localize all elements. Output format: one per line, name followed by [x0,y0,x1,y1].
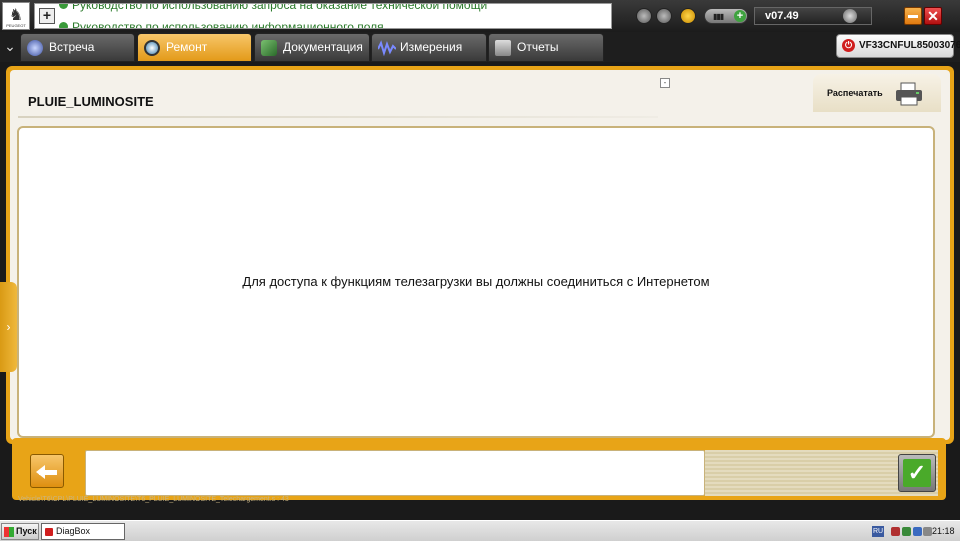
power-icon: ⏻ [842,39,855,52]
waveform-icon [378,40,396,56]
clock: 21:18 [932,526,955,536]
print-label: Распечатать [827,88,883,98]
tab-repair[interactable]: Ремонт [137,33,252,62]
magnifier-icon [144,40,160,56]
tab-bar: ⌄ Встреча Ремонт Документация Измерения … [0,32,960,62]
taskbar: Пуск DiagBox RU 21:18 [0,520,960,541]
status-field [85,450,705,496]
green-circle-icon [59,22,68,28]
system-tray: RU 21:18 [868,523,960,540]
signal-bars-icon: ▮▮▮ [713,12,724,21]
script-path: Vehicle\T6\CPL\PLUIE_LUMINOSITE\T6_PLUIE… [18,496,289,503]
start-button[interactable]: Пуск [1,523,39,540]
checkmark-icon: ✓ [903,459,931,487]
plus-icon: + [734,10,746,22]
bluetooth-icon[interactable] [913,527,922,536]
taskbar-app-diagbox[interactable]: DiagBox [41,523,125,540]
document-icon [261,40,277,56]
content-panel: PLUIE_LUMINOSITE - Распечатать Для досту… [10,70,950,440]
lion-icon: ♞ [8,7,24,24]
content-frame: PLUIE_LUMINOSITE - Распечатать Для досту… [6,66,954,444]
news-panel[interactable]: + Руководство по использованию запроса н… [34,3,612,29]
network-icon[interactable] [891,527,900,536]
tab-label: Документация [283,40,363,54]
logo-brand-text: PEUGEOT [6,23,26,28]
print-button[interactable]: Распечатать [813,74,941,112]
chevron-down-icon[interactable]: ⌄ [2,38,18,56]
back-button[interactable] [30,454,64,488]
tab-reports[interactable]: Отчеты [488,33,604,62]
task-label: DiagBox [56,526,91,536]
nav-back-button[interactable] [636,8,652,24]
start-label: Пуск [16,526,37,536]
news-item-label: Руководство по использованию информацион… [72,20,384,29]
version-display[interactable]: v07.49 [754,7,872,25]
vin-text: VF33CNFUL85003076 [859,40,960,51]
home-button[interactable] [656,8,672,24]
news-item[interactable]: Руководство по использованию информацион… [59,20,384,29]
tab-meeting[interactable]: Встреча [20,33,135,62]
collapse-icon[interactable]: - [660,78,670,88]
confirm-button[interactable]: ✓ [898,454,936,492]
report-icon [495,40,511,56]
chevron-right-icon[interactable]: › [0,282,17,372]
tab-label: Отчеты [517,40,559,54]
update-knob-icon [843,9,857,23]
diagbox-icon [45,528,53,536]
tab-label: Измерения [400,40,463,54]
minimize-button[interactable] [904,7,922,25]
language-indicator[interactable]: RU [872,526,884,537]
main-area: PLUIE_LUMINOSITE - Распечатать Для досту… [0,62,960,517]
brightness-button[interactable] [680,8,696,24]
news-item[interactable]: Руководство по использованию запроса на … [59,3,488,12]
message-box: Для доступа к функциям телезагрузки вы д… [17,126,935,438]
battery-status[interactable]: ▮▮▮ + [704,8,748,24]
page-title: PLUIE_LUMINOSITE [28,94,154,109]
top-bar: ♞ PEUGEOT + Руководство по использованию… [0,0,960,32]
news-item-label: Руководство по использованию запроса на … [72,3,488,12]
action-bar: ✓ [12,438,946,500]
vin-badge[interactable]: ⏻ VF33CNFUL85003076 [836,34,960,58]
green-circle-icon [59,4,68,9]
tab-label: Ремонт [166,40,208,54]
tab-documentation[interactable]: Документация [254,33,370,62]
meeting-icon [27,40,43,56]
close-button[interactable]: ✕ [924,7,942,25]
security-icon[interactable] [902,527,911,536]
title-divider [18,116,658,118]
version-label: v07.49 [765,10,799,22]
windows-logo-icon [4,527,14,537]
connection-message: Для доступа к функциям телезагрузки вы д… [242,274,710,289]
brand-logo: ♞ PEUGEOT [2,2,30,30]
volume-icon[interactable] [923,527,932,536]
tab-measurements[interactable]: Измерения [371,33,487,62]
expand-news-button[interactable]: + [39,8,55,24]
printer-icon [895,82,922,106]
tab-label: Встреча [49,40,95,54]
